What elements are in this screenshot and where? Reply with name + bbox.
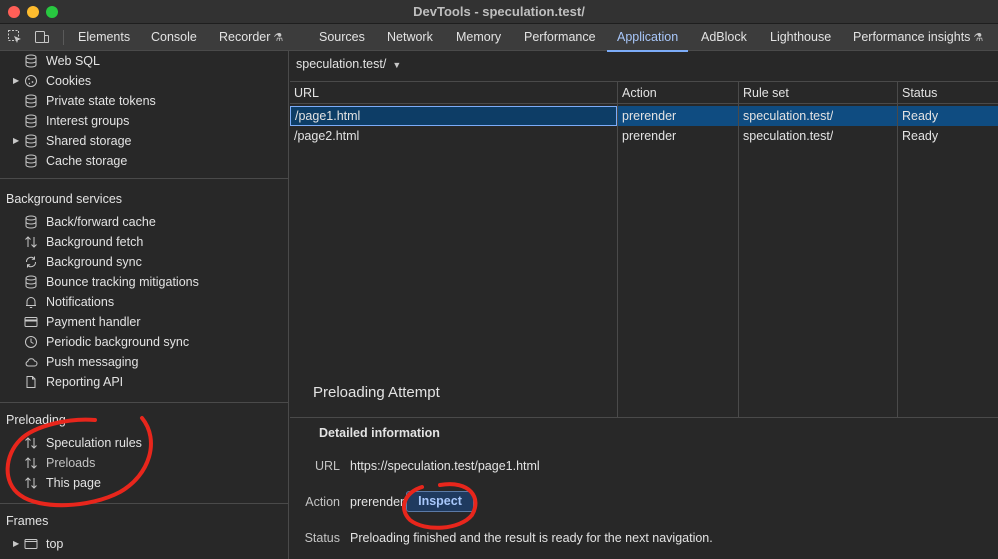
tab-console[interactable]: Console [151, 24, 197, 51]
sidebar-item-push-messaging[interactable]: Push messaging [0, 352, 288, 372]
sidebar-item-reporting-api[interactable]: Reporting API [0, 372, 288, 392]
sidebar-item-preloads[interactable]: Preloads [0, 453, 288, 473]
sidebar-item-cookies[interactable]: ▶ Cookies [0, 71, 288, 91]
arrows-updown-icon [25, 477, 37, 489]
section-header-background-services: Background services [6, 192, 123, 206]
database-icon [25, 134, 37, 148]
tab-network[interactable]: Network [387, 24, 433, 51]
column-header-status[interactable]: Status [902, 83, 937, 103]
database-icon [25, 94, 37, 108]
table-cell-action: prerender [622, 109, 677, 123]
tab-performance[interactable]: Performance [524, 24, 596, 51]
devtools-tabbar: Elements Console Recorder ⚗ Sources Netwo… [0, 24, 998, 52]
device-toolbar-icon[interactable] [34, 29, 50, 45]
table-header: URL Action Rule set Status [290, 82, 998, 104]
tab-sources[interactable]: Sources [319, 24, 365, 51]
column-header-rule-set[interactable]: Rule set [743, 83, 789, 103]
detail-action-value: prerender [350, 495, 405, 509]
tab-adblock[interactable]: AdBlock [701, 24, 747, 51]
window-titlebar: DevTools - speculation.test/ [0, 0, 998, 24]
sidebar-item-frame-top[interactable]: ▶ top [0, 534, 288, 554]
detail-subtitle: Detailed information [319, 426, 440, 440]
arrows-updown-icon [25, 236, 37, 248]
cloud-icon [25, 358, 38, 367]
table-cell-rule-set: speculation.test/ [743, 129, 834, 143]
frame-icon [24, 539, 38, 549]
sidebar-item-shared-storage[interactable]: ▶ Shared storage [0, 131, 288, 151]
expand-arrow-icon[interactable]: ▶ [13, 71, 19, 91]
bell-icon [26, 297, 36, 308]
expand-arrow-icon[interactable]: ▶ [13, 534, 19, 554]
sidebar-item-background-fetch[interactable]: Background fetch [0, 232, 288, 252]
tab-lighthouse[interactable]: Lighthouse [770, 24, 831, 51]
tab-performance-insights[interactable]: Performance insights ⚗ [853, 24, 983, 51]
detail-title: Preloading Attempt [313, 384, 440, 401]
section-header-frames: Frames [6, 514, 49, 528]
table-cell-status: Ready [902, 109, 939, 123]
column-header-url[interactable]: URL [294, 83, 319, 103]
database-icon [25, 114, 37, 128]
speculation-rules-panel: speculation.test/▼ URL Action Rule set S… [290, 51, 998, 559]
sidebar-item-notifications[interactable]: Notifications [0, 292, 288, 312]
ruleset-selector[interactable]: speculation.test/▼ [296, 57, 401, 71]
application-sidebar: Web SQL ▶ Cookies Private state tokens I… [0, 51, 289, 559]
sidebar-item-payment-handler[interactable]: Payment handler [0, 312, 288, 332]
column-divider [617, 82, 618, 417]
dropdown-caret-icon: ▼ [392, 60, 402, 70]
sidebar-divider [0, 402, 288, 403]
database-icon [25, 54, 37, 68]
inspect-button[interactable]: Inspect [406, 491, 474, 512]
section-header-preloading: Preloading [6, 413, 66, 427]
cookie-icon [25, 75, 37, 87]
table-cell-action: prerender [622, 129, 677, 143]
sidebar-item-private-state-tokens[interactable]: Private state tokens [0, 91, 288, 111]
table-cell-status: Ready [902, 129, 939, 143]
table-row[interactable]: /page1.html prerender speculation.test/ … [290, 106, 998, 126]
experimental-flask-icon: ⚗ [973, 32, 984, 44]
tab-recorder[interactable]: Recorder ⚗ [219, 24, 283, 51]
sidebar-item-periodic-background-sync[interactable]: Periodic background sync [0, 332, 288, 352]
sidebar-divider [0, 178, 288, 179]
card-icon [24, 317, 38, 327]
table-cell-rule-set: speculation.test/ [743, 109, 834, 123]
sidebar-item-cache-storage[interactable]: Cache storage [0, 151, 288, 171]
detail-status-value: Preloading finished and the result is re… [350, 531, 713, 545]
sidebar-item-bounce-tracking[interactable]: Bounce tracking mitigations [0, 272, 288, 292]
detail-status-key: Status [304, 531, 340, 545]
column-header-action[interactable]: Action [622, 83, 657, 103]
arrows-updown-icon [25, 457, 37, 469]
sidebar-item-web-sql[interactable]: Web SQL [0, 51, 288, 71]
document-icon [26, 376, 36, 388]
sidebar-item-back-forward-cache[interactable]: Back/forward cache [0, 212, 288, 232]
arrows-updown-icon [25, 437, 37, 449]
sidebar-item-background-sync[interactable]: Background sync [0, 252, 288, 272]
detail-url-value: https://speculation.test/page1.html [350, 459, 540, 473]
experimental-flask-icon: ⚗ [273, 32, 284, 44]
toolbar-separator [63, 30, 64, 45]
sidebar-item-speculation-rules[interactable]: Speculation rules [0, 433, 288, 453]
column-divider [897, 82, 898, 417]
tab-elements[interactable]: Elements [78, 24, 130, 51]
database-icon [25, 154, 37, 168]
window-title: DevTools - speculation.test/ [413, 4, 585, 19]
sync-icon [25, 256, 37, 268]
preload-attempts-table: URL Action Rule set Status /page1.html p… [290, 81, 998, 418]
table-cell-url: /page1.html [290, 106, 617, 126]
table-cell-url: /page2.html [294, 129, 360, 143]
sidebar-item-this-page[interactable]: This page [0, 473, 288, 493]
sidebar-item-interest-groups[interactable]: Interest groups [0, 111, 288, 131]
tab-application[interactable]: Application [606, 24, 689, 52]
database-icon [25, 215, 37, 229]
database-icon [25, 275, 37, 289]
table-row[interactable]: /page2.html prerender speculation.test/ … [290, 126, 998, 146]
inspect-element-icon[interactable] [7, 29, 23, 45]
expand-arrow-icon[interactable]: ▶ [13, 131, 19, 151]
tab-memory[interactable]: Memory [456, 24, 501, 51]
detail-url-key: URL [314, 459, 340, 473]
sidebar-divider [0, 503, 288, 504]
detail-action-key: Action [305, 495, 340, 509]
clock-icon [25, 336, 37, 348]
column-divider [738, 82, 739, 417]
